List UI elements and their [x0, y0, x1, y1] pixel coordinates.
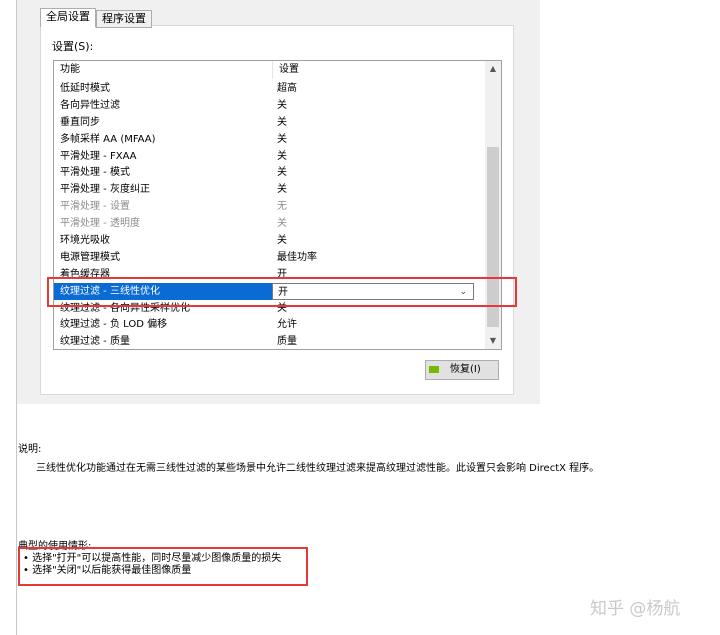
table-row[interactable]: 平滑处理 - 设置 无 [54, 198, 484, 215]
tab-bar: 全局设置 程序设置 [40, 8, 152, 28]
nvidia-icon [429, 366, 439, 373]
setting-dropdown[interactable]: 开 ⌄ [272, 282, 474, 301]
settings-list[interactable]: 功能 设置 低延时模式 超高 各向异性过滤关垂直同步关多帧采样 AA (MFAA) 关… [53, 60, 502, 350]
setting-value: 关 [277, 150, 287, 162]
setting-value: 质量 [277, 336, 297, 348]
restore-label: 恢复(I) [450, 364, 481, 375]
feature-cell: 平滑处理 - 透明度 [60, 218, 140, 230]
setting-cell: 最佳功率 [272, 249, 484, 266]
list-header: 功能 设置 [54, 61, 484, 79]
settings-rows: 低延时模式 超高 各向异性过滤关垂直同步关多帧采样 AA (MFAA) 关平滑处理 -… [54, 80, 484, 349]
setting-value: 关 [277, 167, 287, 179]
table-row[interactable]: 纹理过滤 - 负 LOD 偏移 允许 [54, 316, 484, 333]
table-row[interactable]: 平滑处理 - 透明度 关 [54, 215, 484, 232]
setting-value: 最佳功率 [277, 251, 317, 263]
setting-cell: 开 [272, 266, 484, 283]
setting-value: 关 [277, 116, 287, 128]
description-text: 三线性优化功能通过在无需三线性过滤的某些场景中允许二线性纹理过滤来提高纹理过滤性… [36, 463, 600, 474]
usage-item: • 选择"关闭"以后能获得最佳图像质量 [23, 565, 192, 576]
feature-cell: 电源管理模式 [60, 251, 120, 263]
chevron-down-icon[interactable]: ▼ [485, 334, 501, 348]
feature-cell: 纹理过滤 - 负 LOD 偏移 [60, 319, 168, 331]
table-row[interactable]: 多帧采样 AA (MFAA) 关 [54, 131, 484, 148]
setting-cell: 关 [272, 148, 484, 165]
setting-value: 关 [277, 99, 287, 111]
tab-global-settings[interactable]: 全局设置 [40, 8, 96, 28]
setting-value: 开 [277, 268, 287, 280]
setting-cell: 关 [272, 97, 484, 114]
setting-value: 关 [277, 235, 287, 247]
feature-cell: 平滑处理 - FXAA [60, 150, 137, 162]
feature-cell: 着色缓存器 [60, 268, 110, 280]
column-header-feature[interactable]: 功能 [54, 61, 273, 79]
feature-cell: 环境光吸收 [60, 235, 110, 247]
setting-cell: 关 [272, 114, 484, 131]
setting-cell: 关 [272, 164, 484, 181]
feature-cell: 各向异性过滤 [60, 99, 120, 111]
usage-title: 典型的使用情形: [18, 541, 92, 552]
setting-value: 超高 [277, 83, 297, 94]
setting-value: 无 [277, 201, 287, 213]
setting-value: 关 [277, 133, 287, 145]
feature-cell: 纹理过滤 - 各向异性采样优化 [60, 302, 190, 314]
setting-value: 关 [277, 218, 287, 230]
scrollbar-thumb[interactable] [487, 147, 499, 327]
setting-cell: 超高 [272, 80, 484, 97]
feature-cell: 垂直同步 [60, 116, 100, 128]
table-row[interactable]: 平滑处理 - FXAA 关 [54, 148, 484, 165]
setting-cell: 关 [272, 181, 484, 198]
feature-cell: 低延时模式 [60, 83, 110, 94]
setting-cell: 无 [272, 198, 484, 215]
column-header-setting[interactable]: 设置 [273, 61, 299, 79]
restore-button[interactable]: 恢复(I) [425, 360, 499, 380]
table-row[interactable]: 纹理过滤 - 质量 质量 [54, 333, 484, 349]
setting-cell: 关 [272, 131, 484, 148]
table-row[interactable]: 垂直同步 关 [54, 114, 484, 131]
table-row[interactable]: 环境光吸收 关 [54, 232, 484, 249]
feature-cell: 纹理过滤 - 三线性优化 [54, 282, 272, 300]
table-row[interactable]: 各向异性过滤 关 [54, 97, 484, 114]
feature-cell: 平滑处理 - 灰度纠正 [60, 184, 150, 196]
usage-list: • 选择"打开"可以提高性能，同时尽量减少图像质量的损失 • 选择"关闭"以后能… [23, 553, 281, 577]
feature-cell: 平滑处理 - 模式 [60, 167, 130, 179]
table-row[interactable]: 低延时模式 超高 [54, 80, 484, 97]
description-title: 说明: [18, 444, 42, 455]
feature-cell: 纹理过滤 - 质量 [60, 336, 130, 348]
feature-cell: 平滑处理 - 设置 [60, 201, 130, 213]
setting-cell: 允许 [272, 316, 484, 333]
list-scrollbar[interactable]: ▲ ▼ [485, 61, 501, 349]
settings-label: 设置(S): [52, 40, 94, 53]
setting-cell: 质量 [272, 333, 484, 349]
table-row[interactable]: 平滑处理 - 模式 关 [54, 164, 484, 181]
chevron-down-icon[interactable]: ⌄ [459, 284, 467, 301]
setting-value: 开 [278, 286, 288, 298]
setting-value: 关 [277, 302, 287, 314]
tab-program-settings[interactable]: 程序设置 [96, 10, 152, 28]
table-row[interactable]: 纹理过滤 - 各向异性采样优化 关 [54, 300, 484, 317]
setting-value: 关 [277, 184, 287, 196]
setting-cell: 关 [272, 300, 484, 317]
feature-cell: 多帧采样 AA (MFAA) [60, 133, 156, 145]
chevron-up-icon[interactable]: ▲ [485, 62, 501, 76]
table-row[interactable]: 电源管理模式 最佳功率 [54, 249, 484, 266]
setting-value: 允许 [277, 319, 297, 331]
setting-cell: 关 [272, 232, 484, 249]
table-row[interactable]: 着色缓存器 开 [54, 266, 484, 283]
usage-item: • 选择"打开"可以提高性能，同时尽量减少图像质量的损失 [23, 553, 282, 564]
watermark: 知乎 @杨航 [590, 599, 681, 619]
window-border [16, 0, 17, 635]
table-row[interactable]: 平滑处理 - 灰度纠正 关 [54, 181, 484, 198]
table-row-selected[interactable]: 纹理过滤 - 三线性优化开 ⌄ [54, 282, 484, 301]
setting-cell: 关 [272, 215, 484, 232]
